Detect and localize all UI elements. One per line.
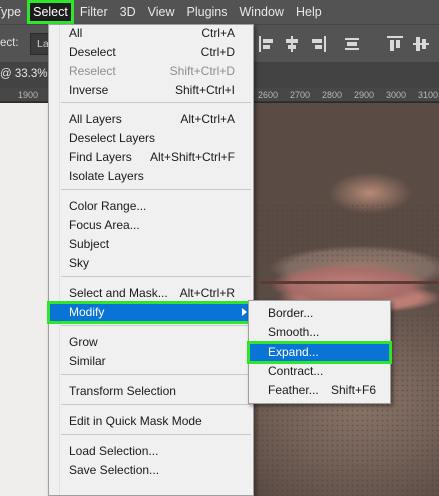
menu-filter[interactable]: Filter: [74, 0, 114, 24]
document-tab-title: @ 33.3% (: [0, 68, 55, 80]
menu-item-label: Sky: [69, 256, 90, 270]
menu-item-transform-selection[interactable]: Transform Selection: [49, 382, 253, 401]
menu-item-label: Deselect: [69, 45, 116, 59]
menu-item-label: Grow: [69, 335, 98, 349]
submenu-item-label: Border...: [268, 306, 314, 320]
menu-item-label: Subject: [69, 237, 110, 251]
menu-item-label: Transform Selection: [69, 384, 176, 398]
ruler-tick: 2600: [258, 90, 279, 100]
menu-item-label: Load Selection...: [69, 444, 159, 458]
menu-item-focus-area[interactable]: Focus Area...: [49, 216, 253, 235]
menu-item-edit-in-quick-mask-mode[interactable]: Edit in Quick Mask Mode: [49, 412, 253, 431]
align-top-icon[interactable]: [386, 35, 404, 53]
menu-window[interactable]: Window: [234, 0, 290, 24]
align-left-icon[interactable]: [258, 35, 276, 53]
submenu-item-smooth[interactable]: Smooth...: [249, 323, 390, 342]
menu-separator: [61, 325, 251, 326]
menu-separator: [61, 189, 251, 190]
submenu-item-contract[interactable]: Contract...: [249, 362, 390, 381]
select-menu-dropdown: All Ctrl+A Deselect Ctrl+D Reselect Shift+Ctr…: [47, 24, 255, 496]
menu-item-shortcut: Alt+Ctrl+A: [180, 112, 235, 126]
options-select-label: ect:: [0, 37, 19, 49]
submenu-item-label: Smooth...: [268, 325, 320, 339]
menu-item-label: All: [69, 26, 83, 40]
menu-item-shortcut: Ctrl+D: [200, 45, 235, 59]
menu-item-select-and-mask[interactable]: Select and Mask... Alt+Ctrl+R: [49, 284, 253, 303]
menu-item-shortcut: Shift+Ctrl+D: [169, 64, 235, 78]
menu-item-label: Color Range...: [69, 199, 147, 213]
menu-item-label: Similar: [69, 354, 106, 368]
ruler-tick: 3000: [386, 90, 407, 100]
menu-item-label: Inverse: [69, 83, 109, 97]
align-right-icon[interactable]: [309, 35, 327, 53]
menu-separator: [61, 374, 251, 375]
menu-item-inverse[interactable]: Inverse Shift+Ctrl+I: [49, 81, 253, 100]
menu-item-shortcut: Alt+Ctrl+R: [179, 286, 235, 300]
ruler-tick: 3100: [418, 90, 439, 100]
menu-item-modify[interactable]: Modify: [47, 301, 255, 324]
menu-item-reselect: Reselect Shift+Ctrl+D: [49, 62, 253, 81]
menu-item-label: Select and Mask...: [69, 286, 168, 300]
menu-item-color-range[interactable]: Color Range...: [49, 197, 253, 216]
ruler-tick: 1900: [18, 90, 39, 100]
menu-item-deselect-layers[interactable]: Deselect Layers: [49, 129, 253, 148]
menu-item-isolate-layers[interactable]: Isolate Layers: [49, 167, 253, 186]
menu-type[interactable]: Type: [0, 0, 27, 24]
menu-item-label: Save Selection...: [69, 463, 160, 477]
menu-item-label: Isolate Layers: [69, 169, 144, 183]
menu-item-label: Deselect Layers: [69, 131, 156, 145]
menu-item-subject[interactable]: Subject: [49, 235, 253, 254]
menu-separator: [61, 434, 251, 435]
menu-3d[interactable]: 3D: [114, 0, 142, 24]
menu-item-find-layers[interactable]: Find Layers Alt+Shift+Ctrl+F: [49, 148, 253, 167]
submenu-item-shortcut: Shift+F6: [330, 383, 376, 397]
ruler-tick: 2700: [290, 90, 311, 100]
ruler-tick: 2900: [354, 90, 375, 100]
menu-item-shortcut: Ctrl+A: [201, 26, 235, 40]
submenu-item-label: Feather...: [268, 383, 319, 397]
align-horizontal-center-icon[interactable]: [283, 35, 301, 53]
menu-item-save-selection[interactable]: Save Selection...: [49, 461, 253, 480]
menu-item-label: Find Layers: [69, 150, 132, 164]
photo-mouth-line: [260, 281, 439, 284]
menu-item-shortcut: Alt+Shift+Ctrl+F: [149, 150, 235, 164]
submenu-item-border[interactable]: Border...: [249, 304, 390, 323]
submenu-arrow-icon: [242, 308, 247, 316]
submenu-item-feather[interactable]: Feather... Shift+F6: [249, 381, 390, 400]
modify-submenu: Border... Smooth... Expand... Contract... Fe…: [247, 300, 392, 404]
menu-item-sky[interactable]: Sky: [49, 254, 253, 273]
menu-item-label: Edit in Quick Mask Mode: [69, 414, 202, 428]
menu-item-all-layers[interactable]: All Layers Alt+Ctrl+A: [49, 110, 253, 129]
distribute-icon[interactable]: [343, 35, 361, 53]
menu-item-all[interactable]: All Ctrl+A: [49, 24, 253, 43]
submenu-item-expand[interactable]: Expand...: [247, 341, 392, 364]
menu-item-label: Reselect: [69, 64, 116, 78]
menu-item-label: Focus Area...: [69, 218, 140, 232]
menu-item-label: Modify: [69, 305, 105, 319]
menu-item-shortcut: Shift+Ctrl+I: [174, 83, 235, 97]
menu-item-deselect[interactable]: Deselect Ctrl+D: [49, 43, 253, 62]
submenu-item-label: Contract...: [268, 364, 324, 378]
align-vertical-center-icon[interactable]: [412, 35, 430, 53]
menu-plugins[interactable]: Plugins: [181, 0, 234, 24]
submenu-item-label: Expand...: [268, 345, 319, 359]
menu-separator: [61, 276, 251, 277]
menu-bar: Type Select Filter 3D View Plugins Windo…: [0, 0, 439, 24]
menu-separator: [61, 102, 251, 103]
menu-separator: [61, 404, 251, 405]
menu-item-label: All Layers: [69, 112, 122, 126]
menu-help[interactable]: Help: [290, 0, 328, 24]
menu-item-grow[interactable]: Grow: [49, 333, 253, 352]
menu-item-load-selection[interactable]: Load Selection...: [49, 442, 253, 461]
menu-item-similar[interactable]: Similar: [49, 352, 253, 371]
menu-select[interactable]: Select: [27, 0, 74, 24]
menu-view[interactable]: View: [142, 0, 181, 24]
ruler-tick: 2800: [322, 90, 343, 100]
